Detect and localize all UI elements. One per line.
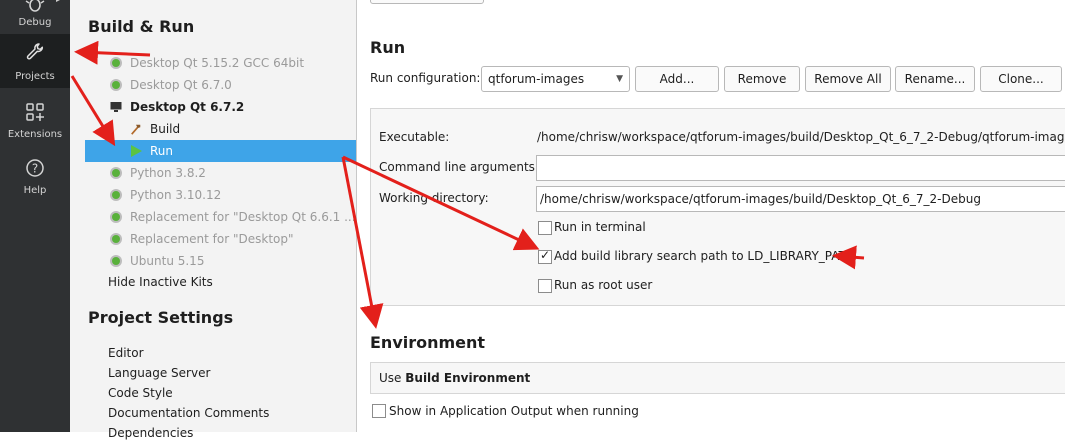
mode-help[interactable]: ? Help xyxy=(0,150,70,202)
run-section-title: Run xyxy=(370,38,406,57)
working-directory-value: /home/chrisw/workspace/qtforum-images/bu… xyxy=(540,192,981,206)
run-settings-panel: Run Run configuration: qtforum-images ▼ … xyxy=(357,0,1065,432)
environment-selector[interactable]: Use Build Environment xyxy=(370,362,1065,394)
monitor-icon xyxy=(110,102,122,112)
checkmark-icon: ✓ xyxy=(540,248,551,262)
kit-label: Desktop Qt 6.7.2 xyxy=(130,100,245,114)
extensions-icon xyxy=(26,103,44,121)
kit-item[interactable]: Python 3.8.2 xyxy=(85,162,356,184)
run-in-terminal-checkbox[interactable] xyxy=(538,221,552,235)
run-in-terminal-label: Run in terminal xyxy=(554,220,646,234)
run-settings-box: Executable: /home/chrisw/workspace/qtfor… xyxy=(370,108,1065,306)
kit-add-icon xyxy=(110,211,122,223)
kit-item[interactable]: Replacement for "Desktop" xyxy=(85,228,356,250)
kit-label: Python 3.10.12 xyxy=(130,188,222,202)
kit-item[interactable]: Desktop Qt 6.7.0 xyxy=(85,74,356,96)
kit-item[interactable]: Replacement for "Desktop Qt 6.6.1 ... xyxy=(85,206,356,228)
settings-item-documentation-comments[interactable]: Documentation Comments xyxy=(108,406,269,420)
mode-debug[interactable]: ▶ Debug xyxy=(0,0,70,34)
kit-run-item[interactable]: Run xyxy=(85,140,356,162)
hide-inactive-kits-link[interactable]: Hide Inactive Kits xyxy=(108,275,213,289)
mode-extensions-label: Extensions xyxy=(7,129,63,140)
hammer-icon xyxy=(131,124,141,135)
build-run-title: Build & Run xyxy=(88,17,195,36)
kit-add-icon xyxy=(110,57,122,69)
command-line-arguments-label: Command line arguments: xyxy=(379,160,539,174)
remove-button[interactable]: Remove xyxy=(724,66,800,92)
mode-bar: ▶ Debug Projects Extensions ? Help xyxy=(0,0,70,432)
mode-extensions[interactable]: Extensions xyxy=(0,94,70,146)
show-in-output-checkbox[interactable] xyxy=(372,404,386,418)
run-as-root-checkbox[interactable] xyxy=(538,279,552,293)
kit-label: Python 3.8.2 xyxy=(130,166,206,180)
settings-item-dependencies[interactable]: Dependencies xyxy=(108,426,193,440)
kit-label: Desktop Qt 6.7.0 xyxy=(130,78,232,92)
mode-projects[interactable]: Projects xyxy=(0,34,70,88)
settings-item-editor[interactable]: Editor xyxy=(108,346,144,360)
executable-label: Executable: xyxy=(379,130,450,144)
settings-item-language-server[interactable]: Language Server xyxy=(108,366,210,380)
mode-projects-label: Projects xyxy=(15,71,55,82)
bug-icon xyxy=(25,0,45,12)
kit-label: Build xyxy=(150,122,181,136)
environment-section-title: Environment xyxy=(370,333,486,352)
add-library-path-label: Add build library search path to LD_LIBR… xyxy=(554,249,855,263)
svg-text:?: ? xyxy=(32,162,38,176)
partial-top-button[interactable] xyxy=(370,0,484,4)
working-directory-input[interactable]: /home/chrisw/workspace/qtforum-images/bu… xyxy=(536,186,1065,212)
project-settings-title: Project Settings xyxy=(88,308,234,327)
kit-item[interactable]: Python 3.10.12 xyxy=(85,184,356,206)
mode-help-label: Help xyxy=(23,185,47,196)
mode-debug-label: Debug xyxy=(18,17,52,28)
kit-add-icon xyxy=(110,79,122,91)
project-sidebar: Build & Run Desktop Qt 5.15.2 GCC 64bit … xyxy=(70,0,357,440)
show-in-output-label: Show in Application Output when running xyxy=(389,404,639,418)
kit-add-icon xyxy=(110,233,122,245)
kit-add-icon xyxy=(110,255,122,267)
kit-label: Run xyxy=(150,144,174,158)
clone-button[interactable]: Clone... xyxy=(980,66,1062,92)
kit-add-icon xyxy=(110,167,122,179)
rename-button[interactable]: Rename... xyxy=(895,66,975,92)
run-as-root-label: Run as root user xyxy=(554,278,653,292)
run-icon xyxy=(131,145,142,157)
kit-label: Replacement for "Desktop" xyxy=(130,232,294,246)
run-configuration-combo[interactable]: qtforum-images ▼ xyxy=(481,66,630,92)
expand-arrow-icon: ▶ xyxy=(56,0,62,3)
settings-item-code-style[interactable]: Code Style xyxy=(108,386,173,400)
chevron-down-icon: ▼ xyxy=(616,74,623,84)
kit-label: Ubuntu 5.15 xyxy=(130,254,205,268)
run-configuration-value: qtforum-images xyxy=(488,72,585,86)
kit-item[interactable]: Ubuntu 5.15 xyxy=(85,250,356,272)
kit-label: Desktop Qt 5.15.2 GCC 64bit xyxy=(130,56,305,70)
working-directory-label: Working directory: xyxy=(379,191,489,205)
kit-label: Replacement for "Desktop Qt 6.6.1 ... xyxy=(130,210,356,224)
environment-use-value: Build Environment xyxy=(405,371,531,385)
add-library-path-checkbox[interactable]: ✓ xyxy=(538,248,552,264)
kit-build-item[interactable]: Build xyxy=(85,118,356,140)
remove-all-button[interactable]: Remove All xyxy=(805,66,891,92)
kit-item[interactable]: Desktop Qt 5.15.2 GCC 64bit xyxy=(85,52,356,74)
environment-use-prefix: Use xyxy=(379,371,402,385)
run-configuration-label: Run configuration: xyxy=(370,71,481,85)
help-icon: ? xyxy=(26,159,44,177)
command-line-arguments-input[interactable] xyxy=(536,155,1065,181)
environment-use-text: Use Build Environment xyxy=(379,363,530,393)
wrench-icon xyxy=(26,43,44,60)
kit-add-icon xyxy=(110,189,122,201)
add-button[interactable]: Add... xyxy=(635,66,719,92)
executable-value: /home/chrisw/workspace/qtforum-images/bu… xyxy=(537,130,1065,144)
kit-item-active[interactable]: Desktop Qt 6.7.2 xyxy=(85,96,356,118)
